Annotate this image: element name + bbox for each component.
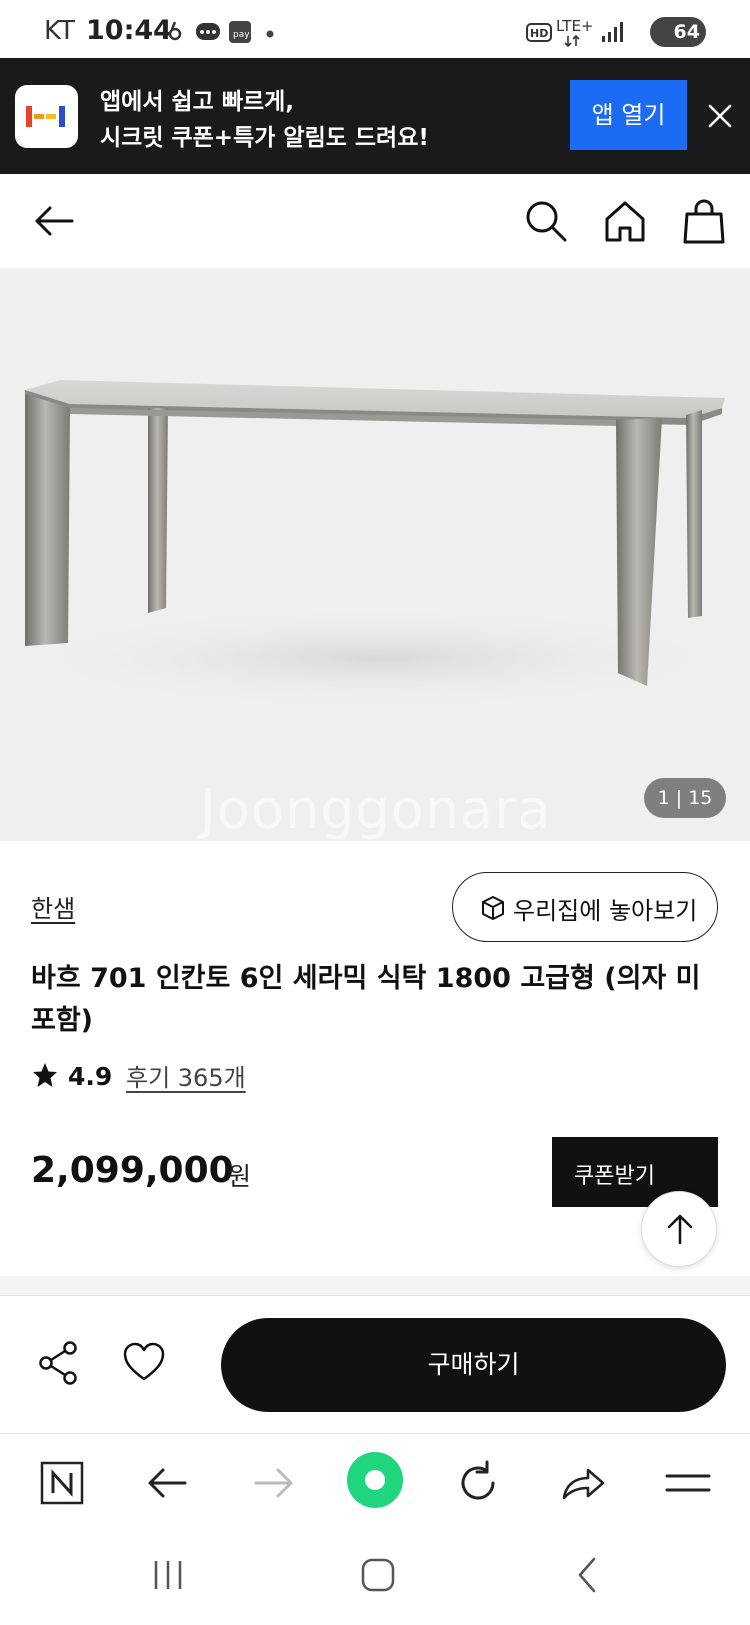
home-button-icon[interactable] [358,1555,398,1595]
browser-toolbar [0,1433,750,1531]
signal-icon [602,22,623,42]
notification-icon [168,21,182,41]
shopping-bag-icon[interactable] [679,196,729,246]
search-icon[interactable] [521,196,571,246]
banner-line-2: 시크릿 쿠폰+특가 알림도 드려요! [100,125,429,151]
hd-icon: HD [526,23,552,42]
close-icon[interactable] [702,98,738,134]
dot-icon [266,30,274,38]
app-install-banner: 앱에서 쉽고 빠르게, 시크릿 쿠폰+특가 알림도 드려요! 앱 열기 [0,58,750,174]
app-logo [15,85,78,148]
green-dot-icon[interactable] [345,1450,405,1510]
top-nav [0,174,750,268]
price: 2,099,000 [31,1150,234,1191]
coupon-label: 쿠폰받기 [574,1164,655,1189]
buy-button[interactable]: 구매하기 [221,1318,726,1412]
share-arrow-icon[interactable] [558,1458,608,1508]
view-in-home-button[interactable]: 우리집에 놓아보기 [452,872,718,942]
reviews-link[interactable]: 후기 365개 [126,1058,246,1093]
android-nav-bar [0,1531,750,1625]
section-divider [0,1276,750,1296]
open-app-button[interactable]: 앱 열기 [570,80,687,150]
arrow-up-icon [667,1214,693,1245]
rating-score: 4.9 [68,1062,113,1091]
menu-icon[interactable] [663,1458,713,1508]
svg-text:HD: HD [530,27,548,40]
recents-icon[interactable] [150,1557,186,1593]
price-unit: 원 [228,1162,252,1191]
star-icon [33,1063,57,1087]
product-image [15,380,735,708]
chat-icon [196,23,220,40]
banner-line-1: 앱에서 쉽고 빠르게, [100,89,295,115]
logo-mark-icon [26,106,65,127]
back-arrow-icon[interactable] [30,196,80,246]
scroll-to-top-button[interactable] [641,1191,717,1267]
home-icon[interactable] [600,196,650,246]
view-in-home-label: 우리집에 놓아보기 [513,897,698,925]
heart-icon[interactable] [122,1341,166,1383]
battery-level: 64 [673,21,700,43]
image-counter: 1 | 15 [644,778,726,818]
brand-link[interactable]: 한샘 [31,889,75,924]
pay-app-icon: pay [229,21,251,43]
status-bar: KT 10:44 pay HD LTE+ 64 [0,0,750,58]
ar-cube-icon [482,896,504,920]
naver-home-icon[interactable] [37,1458,87,1508]
carrier-label: KT [44,16,75,46]
lte-icon: LTE+ [556,17,592,48]
battery-indicator: 64 [650,17,706,47]
product-image-carousel[interactable]: Joonggonara 1 | 15 [0,268,750,841]
share-icon[interactable] [37,1340,79,1386]
svg-text:pay: pay [233,30,250,40]
watermark: Joonggonara [200,778,552,841]
product-title: 바흐 701 인칸토 6인 세라믹 식탁 1800 고급형 (의자 미포함) [31,963,701,1036]
refresh-icon[interactable] [453,1458,503,1508]
system-back-icon[interactable] [572,1555,602,1595]
clock: 10:44 [86,15,172,46]
browser-back-icon[interactable] [143,1458,193,1508]
browser-forward-icon[interactable] [248,1458,298,1508]
svg-text:LTE+: LTE+ [556,17,592,35]
